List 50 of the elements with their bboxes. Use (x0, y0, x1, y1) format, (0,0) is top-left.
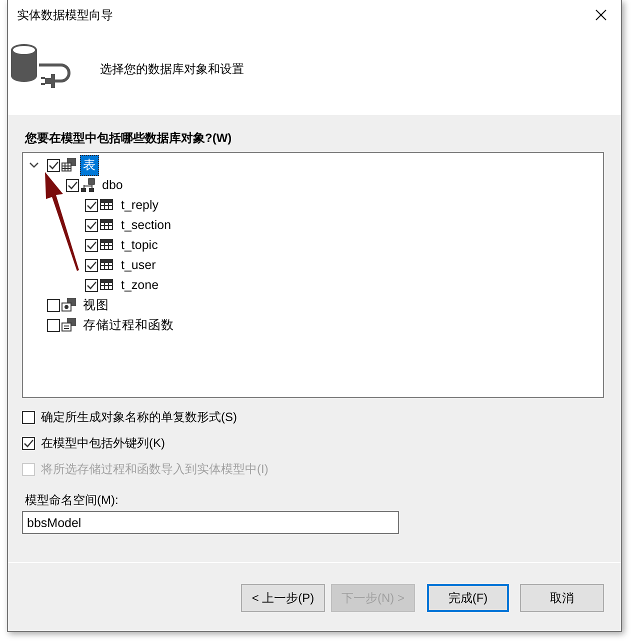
check-icon (86, 280, 97, 290)
namespace-field[interactable]: bbsModel (22, 511, 399, 534)
tree-item[interactable]: dbo (99, 176, 126, 194)
checkbox[interactable] (85, 278, 98, 292)
checkbox[interactable] (22, 436, 35, 450)
table-icon (99, 217, 115, 233)
checkbox[interactable] (47, 298, 60, 312)
check-icon (48, 160, 59, 170)
window-title: 实体数据模型向导 (17, 6, 113, 24)
table-icon (99, 277, 115, 293)
procedure-group-icon (61, 317, 77, 333)
check-icon (86, 220, 97, 230)
table-icon (99, 237, 115, 253)
tree-item[interactable]: 视图 (80, 294, 112, 316)
dialog-button[interactable]: 取消 (520, 584, 604, 612)
tree-item[interactable]: t_topic (118, 236, 161, 254)
check-icon (23, 438, 34, 448)
checkbox-label: 确定所生成对象名称的单复数形式(S) (41, 408, 237, 426)
dialog-button[interactable]: 完成(F) (427, 584, 509, 612)
header-text: 选择您的数据库对象和设置 (100, 61, 244, 78)
table-icon (99, 257, 115, 273)
checkbox[interactable] (85, 198, 98, 212)
tree-item[interactable]: t_user (118, 256, 159, 274)
check-icon (86, 240, 97, 250)
check-icon (67, 180, 78, 190)
collapse-chevron-icon[interactable] (29, 160, 39, 170)
checkbox[interactable] (85, 218, 98, 232)
checkbox[interactable] (85, 238, 98, 252)
table-group-icon (61, 157, 77, 173)
checkbox[interactable] (22, 410, 35, 424)
checkbox[interactable] (66, 178, 79, 192)
check-icon (86, 200, 97, 210)
close-icon (595, 9, 607, 21)
tree-item[interactable]: t_zone (118, 276, 162, 294)
checkbox[interactable] (47, 158, 60, 172)
checkbox-label: 在模型中包括外键列(K) (41, 434, 165, 452)
checkbox-label: 将所选存储过程和函数导入到实体模型中(I) (41, 460, 268, 478)
namespace-label: 模型命名空间(M): (24, 492, 120, 509)
checkbox[interactable] (47, 318, 60, 332)
check-icon (86, 260, 97, 270)
tree-item[interactable]: t_reply (118, 196, 162, 214)
dialog-button[interactable]: < 上一步(P) (241, 584, 325, 612)
tree-item[interactable]: 表 (80, 154, 99, 176)
tree-item[interactable]: 存储过程和函数 (80, 314, 177, 336)
table-icon (99, 197, 115, 213)
view-group-icon (61, 297, 77, 313)
schema-icon (80, 177, 96, 193)
tree-item[interactable]: t_section (118, 216, 174, 234)
tree-label: 您要在模型中包括哪些数据库对象?(W) (24, 130, 233, 146)
checkbox[interactable] (85, 258, 98, 272)
